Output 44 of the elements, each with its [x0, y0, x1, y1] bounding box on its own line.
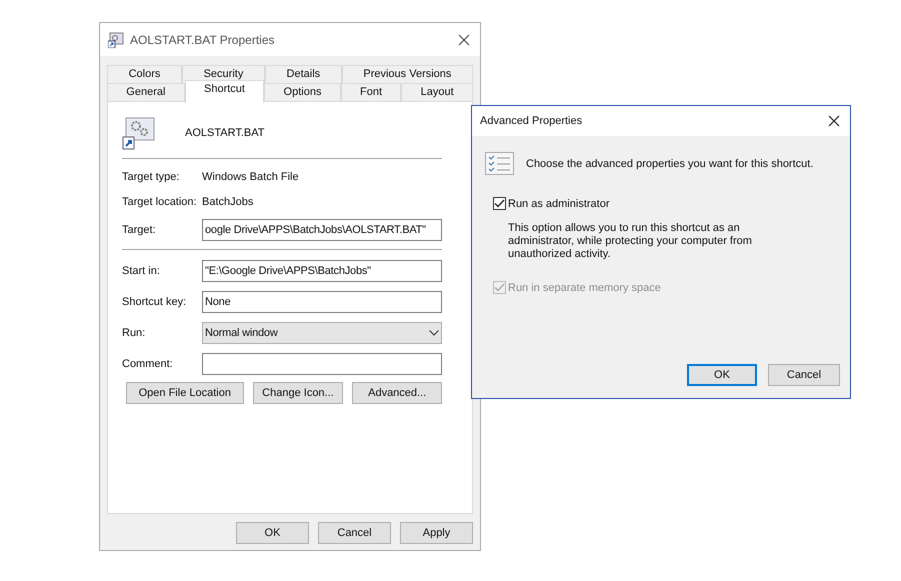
tab[interactable]: Shortcut: [184, 80, 264, 103]
checklist-icon: [485, 152, 514, 175]
field-label: Comment:: [122, 358, 174, 370]
tab[interactable]: Layout: [401, 83, 473, 101]
input-field[interactable]: oogle Drive\APPS\BatchJobs\AOLSTART.BAT": [202, 219, 442, 241]
dropdown[interactable]: Normal window: [202, 322, 442, 344]
dialog-button[interactable]: Cancel: [768, 364, 840, 386]
batch-file-icon: [122, 116, 156, 150]
field-value: Windows Batch File: [202, 171, 299, 183]
dialog-button[interactable]: OK: [687, 364, 757, 386]
option-label: Run in separate memory space: [508, 282, 661, 294]
field-label: Run:: [122, 327, 146, 339]
panel-button[interactable]: Change Icon...: [252, 382, 344, 404]
field-label: Start in:: [122, 265, 161, 277]
panel-button[interactable]: Advanced...: [352, 382, 442, 404]
field-label: Target location:: [122, 196, 198, 208]
dialog-title: Advanced Properties: [480, 115, 584, 127]
window-title: AOLSTART.BAT Properties: [130, 32, 276, 46]
dialog-button[interactable]: Cancel: [318, 522, 391, 544]
chevron-down-icon: [429, 330, 439, 336]
tab[interactable]: Previous Versions: [342, 65, 474, 83]
dialog-button[interactable]: OK: [236, 522, 309, 544]
tab[interactable]: Colors: [107, 65, 182, 83]
field-label: Target type:: [122, 171, 180, 183]
option-label: Run as administrator: [508, 198, 610, 210]
tab[interactable]: Font: [340, 83, 402, 101]
checkbox[interactable]: [493, 197, 506, 210]
panel-button[interactable]: Open File Location: [126, 382, 244, 404]
field-value: BatchJobs: [202, 196, 254, 208]
input-field[interactable]: [202, 353, 442, 375]
option-description: This option allows you to run this shortcut as an administrator, while protecting your computer from unauthorized activity.: [508, 222, 753, 261]
input-field[interactable]: "E:\Google Drive\APPS\BatchJobs": [202, 260, 442, 282]
shortcut-icon: [108, 32, 124, 48]
close-icon[interactable]: [828, 115, 840, 127]
tab[interactable]: Options: [264, 83, 341, 101]
tab[interactable]: General: [107, 83, 185, 101]
field-label: Target:: [122, 224, 157, 236]
close-icon[interactable]: [458, 34, 470, 46]
dialog-button[interactable]: Apply: [400, 522, 473, 544]
input-field[interactable]: None: [202, 291, 442, 313]
intro-text: Choose the advanced properties you want for this shortcut.: [526, 158, 814, 170]
field-label: Shortcut key:: [122, 296, 188, 308]
file-name: AOLSTART.BAT: [185, 127, 264, 139]
tab[interactable]: Details: [264, 65, 342, 83]
